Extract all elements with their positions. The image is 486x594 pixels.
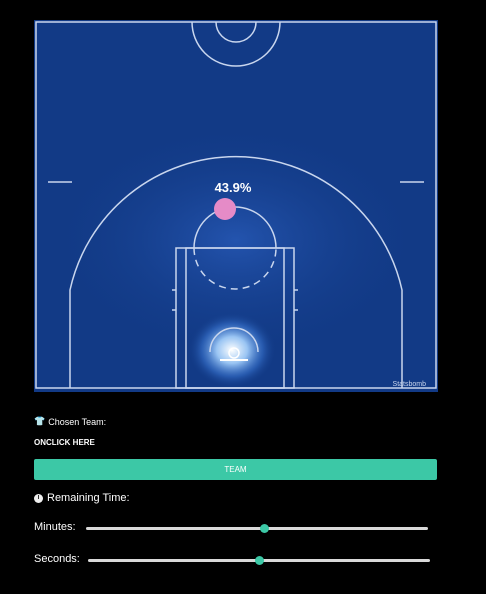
- center-circle-inner: [215, 21, 257, 43]
- clock-icon: [34, 493, 43, 503]
- seconds-slider[interactable]: [88, 556, 430, 565]
- seconds-label: Seconds:: [34, 553, 80, 565]
- court-watermark: Statsbomb: [393, 381, 427, 388]
- seconds-slider-thumb[interactable]: [255, 556, 264, 565]
- center-circle: [191, 21, 281, 67]
- chosen-team-label: Chosen Team:: [48, 416, 107, 427]
- court-svg: 43.9% Statsbomb: [35, 21, 437, 389]
- minutes-label: Minutes:: [34, 521, 76, 533]
- team-button[interactable]: TEAM: [34, 459, 437, 480]
- minutes-slider-thumb[interactable]: [259, 524, 269, 533]
- minutes-slider-row: Minutes:: [34, 521, 76, 533]
- minutes-slider[interactable]: [86, 524, 428, 533]
- shot-marker[interactable]: [214, 198, 236, 220]
- onclick-text: ONCLICK HERE: [34, 438, 95, 447]
- shirt-icon: 👕: [34, 416, 46, 426]
- shot-chart-court: 43.9% Statsbomb: [34, 20, 438, 392]
- remaining-time-row: Remaining Time:: [34, 492, 130, 504]
- shot-percentage: 43.9%: [215, 180, 252, 195]
- remaining-time-label: Remaining Time:: [47, 492, 130, 504]
- heat-hotspot: [188, 312, 276, 388]
- seconds-slider-row: Seconds:: [34, 553, 80, 565]
- chosen-team-row: 👕 Chosen Team:: [34, 416, 106, 427]
